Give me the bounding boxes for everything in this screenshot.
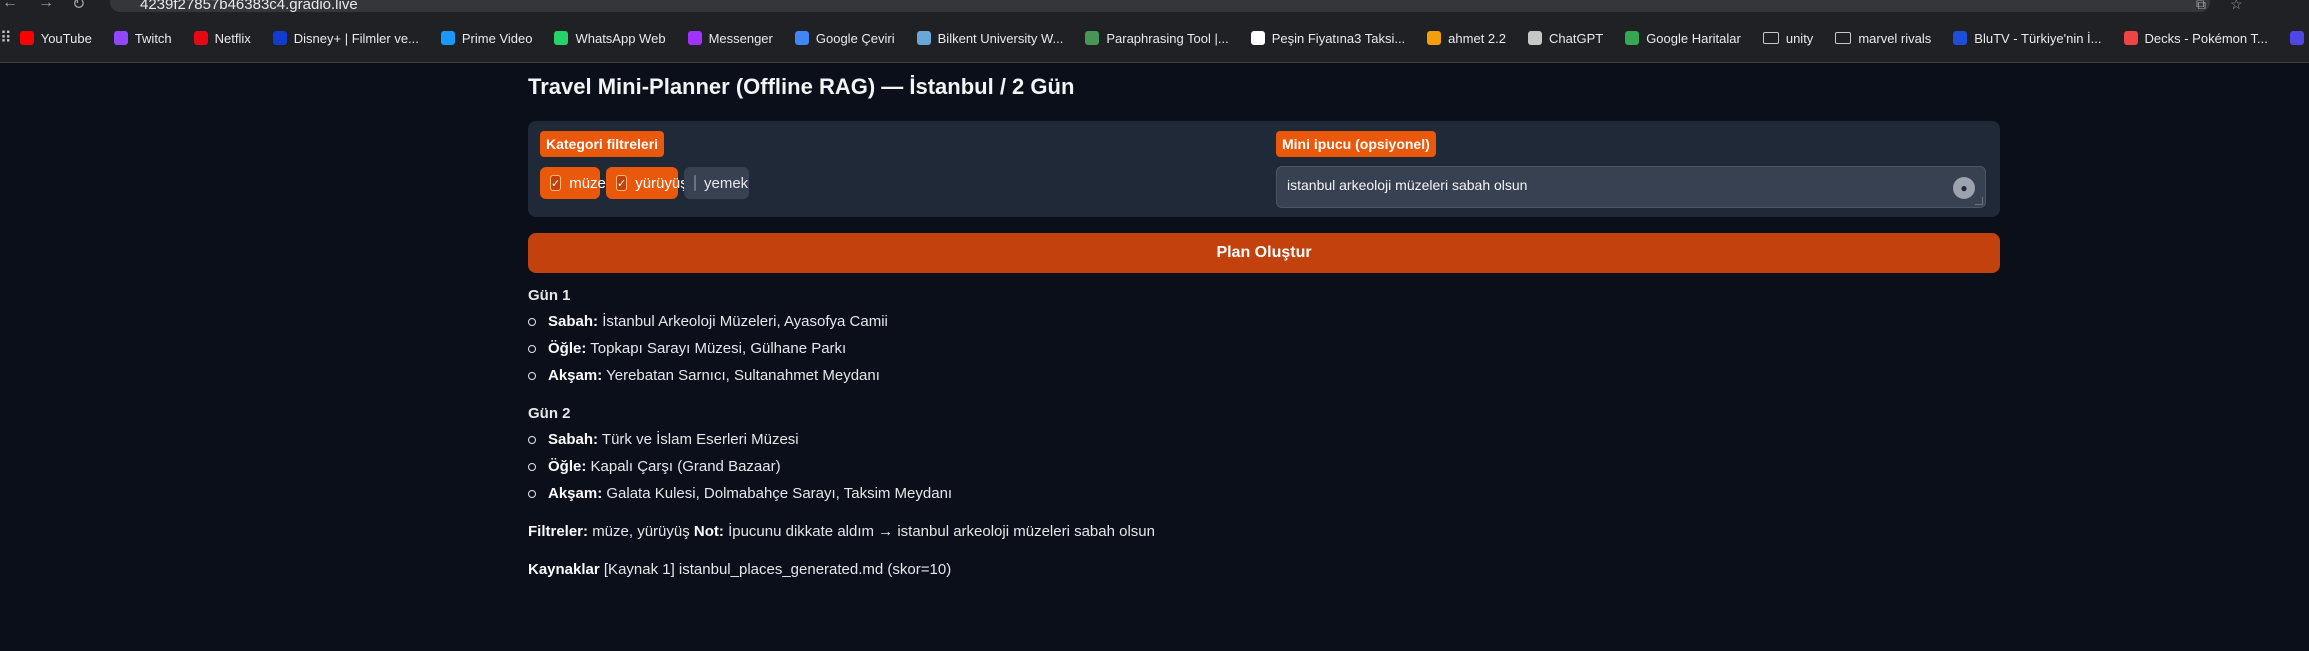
reload-icon[interactable]: ↻ [72,0,85,14]
folder-icon [1835,32,1852,44]
google-maps-icon [1625,31,1640,45]
bookmark-label: marvel rivals [1858,30,1932,46]
bookmark-label: Decks - Pokémon T... [2144,30,2268,46]
bookmark-item[interactable]: KOZ#221B - Live Ga... [2289,31,2309,46]
twitch-icon [113,31,128,45]
bookmark-item[interactable]: YouTube [19,30,92,46]
bullet-icon [528,372,536,380]
bookmark-item[interactable]: Disney+ | Filmler ve... [272,30,419,46]
netflix-icon [193,31,208,45]
list-item: Sabah: İstanbul Arkeoloji Müzeleri, Ayas… [528,313,888,330]
filter-checkbox-yemek[interactable]: yemek [684,167,749,199]
bookmark-label: ChatGPT [1549,30,1604,46]
messenger-icon [687,31,702,45]
disney-icon [272,31,287,45]
filter-label: müze [569,174,606,192]
bookmark-item[interactable]: Paraphrasing Tool |... [1085,30,1229,46]
bullet-icon [528,490,536,498]
blutv-icon [1953,31,1968,45]
bookmark-item[interactable]: Prime Video [440,30,533,46]
prime-video-icon [440,31,455,45]
bookmarks-bar: ⠿ YouTube Twitch Netflix Disney+ | Filmler … [0,14,2309,63]
bookmark-label: YouTube [40,30,92,46]
filters-summary: Filtreler: müze, yürüyüş Not: İpucunu di… [528,523,1155,540]
bookmark-label: Messenger [708,30,773,46]
list-item: Sabah: Türk ve İslam Eserleri Müzesi [528,431,799,448]
checkbox-checked-icon: ✓ [616,175,628,191]
n-icon [1427,31,1442,45]
filter-label: yemek [704,174,749,192]
bookmark-item[interactable]: Messenger [687,30,773,46]
shop-icon [1250,31,1265,45]
url-text: 4239f27857b46383c4.gradio.live [140,0,358,13]
hint-label: Mini ipucu (opsiyonel) [1276,131,1436,157]
bookmark-label: Disney+ | Filmler ve... [293,30,419,46]
bookmark-item[interactable]: Bilkent University W... [916,30,1064,46]
filters-label: Kategori filtreleri [540,131,665,157]
bullet-icon [528,463,536,471]
bookmark-label: Bilkent University W... [937,30,1064,46]
bookmark-item[interactable]: unity [1762,30,1814,46]
bullet-icon [528,436,536,444]
filter-checkbox-muze[interactable]: ✓ müze [540,167,606,199]
bookmark-label: Google Çeviri [815,30,895,46]
bookmark-item[interactable]: Google Çeviri [794,30,895,46]
hint-textarea[interactable]: istanbul arkeoloji müzeleri sabah olsun … [1276,166,1986,208]
bookmark-label: Twitch [134,30,172,46]
resize-handle[interactable] [1975,197,1983,205]
list-item: Öğle: Topkapı Sarayı Müzesi, Gülhane Par… [528,340,846,357]
list-item: Öğle: Kapalı Çarşı (Grand Bazaar) [528,458,781,475]
checkbox-checked-icon: ✓ [550,175,562,191]
pokemon-icon [2123,31,2138,45]
address-bar-row: ← → ↻ 4239f27857b46383c4.gradio.live ⧉ ☆ [0,0,2309,14]
bookmark-label: Prime Video [461,30,533,46]
folder-icon [1762,32,1779,44]
bookmark-item[interactable]: ChatGPT [1528,31,1603,46]
bookmark-label: Paraphrasing Tool |... [1106,30,1229,46]
bookmark-label: Peşin Fiyatına3 Taksi... [1271,30,1406,46]
apps-grid-icon[interactable]: ⠿ [0,28,12,48]
bilkent-icon [916,31,931,45]
day-heading: Gün 1 [528,287,571,304]
youtube-icon [19,31,34,45]
chatgpt-icon [1528,31,1542,45]
bookmark-label: BluTV - Türkiye'nin İ... [1974,30,2102,46]
bookmark-item[interactable]: Google Haritalar [1625,31,1741,46]
bookmark-label: ahmet 2.2 [1448,30,1506,46]
bookmark-item[interactable]: Netflix [193,30,251,46]
bookmark-item[interactable]: Twitch [113,30,172,46]
bookmark-item[interactable]: WhatsApp Web [554,30,666,46]
bookmark-item[interactable]: BluTV - Türkiye'nin İ... [1953,30,2102,46]
list-item: Akşam: Yerebatan Sarnıcı, Sultanahmet Me… [528,367,880,384]
google-translate-icon [794,31,809,45]
koz-icon [2289,31,2304,45]
filter-checkbox-yuruyus[interactable]: ✓ yürüyüş [606,167,688,199]
bullet-icon [528,345,536,353]
bookmark-label: unity [1785,30,1814,46]
assistant-icon[interactable]: ● [1953,177,1975,199]
translate-icon[interactable]: ⧉ [2196,0,2206,13]
whatsapp-icon [554,31,569,45]
quillbot-icon [1085,31,1100,45]
checkbox-unchecked-icon [694,175,696,191]
bookmark-label: Google Haritalar [1646,30,1741,46]
bookmark-item[interactable]: ahmet 2.2 [1427,31,1506,46]
url-field[interactable]: 4239f27857b46383c4.gradio.live [110,0,2210,13]
star-icon[interactable]: ☆ [2230,0,2243,13]
bookmark-item[interactable]: Peşin Fiyatına3 Taksi... [1250,30,1406,46]
plan-submit-button[interactable]: Plan Oluştur [528,233,2000,273]
back-arrow-icon[interactable]: ← [2,0,18,12]
bullet-icon [528,318,536,326]
filter-label: yürüyüş [635,174,688,192]
day-heading: Gün 2 [528,405,571,422]
bookmark-label: WhatsApp Web [575,30,666,46]
sources-line: Kaynaklar [Kaynak 1] istanbul_places_gen… [528,561,952,578]
bookmark-label: Netflix [214,30,251,46]
page-title: Travel Mini-Planner (Offline RAG) — İsta… [528,74,1075,99]
list-item: Akşam: Galata Kulesi, Dolmabahçe Sarayı,… [528,485,952,502]
bookmark-item[interactable]: Decks - Pokémon T... [2123,30,2268,46]
bookmark-item[interactable]: marvel rivals [1835,31,1931,46]
forward-arrow-icon[interactable]: → [38,0,54,12]
hint-value: istanbul arkeoloji müzeleri sabah olsun [1287,177,1528,193]
